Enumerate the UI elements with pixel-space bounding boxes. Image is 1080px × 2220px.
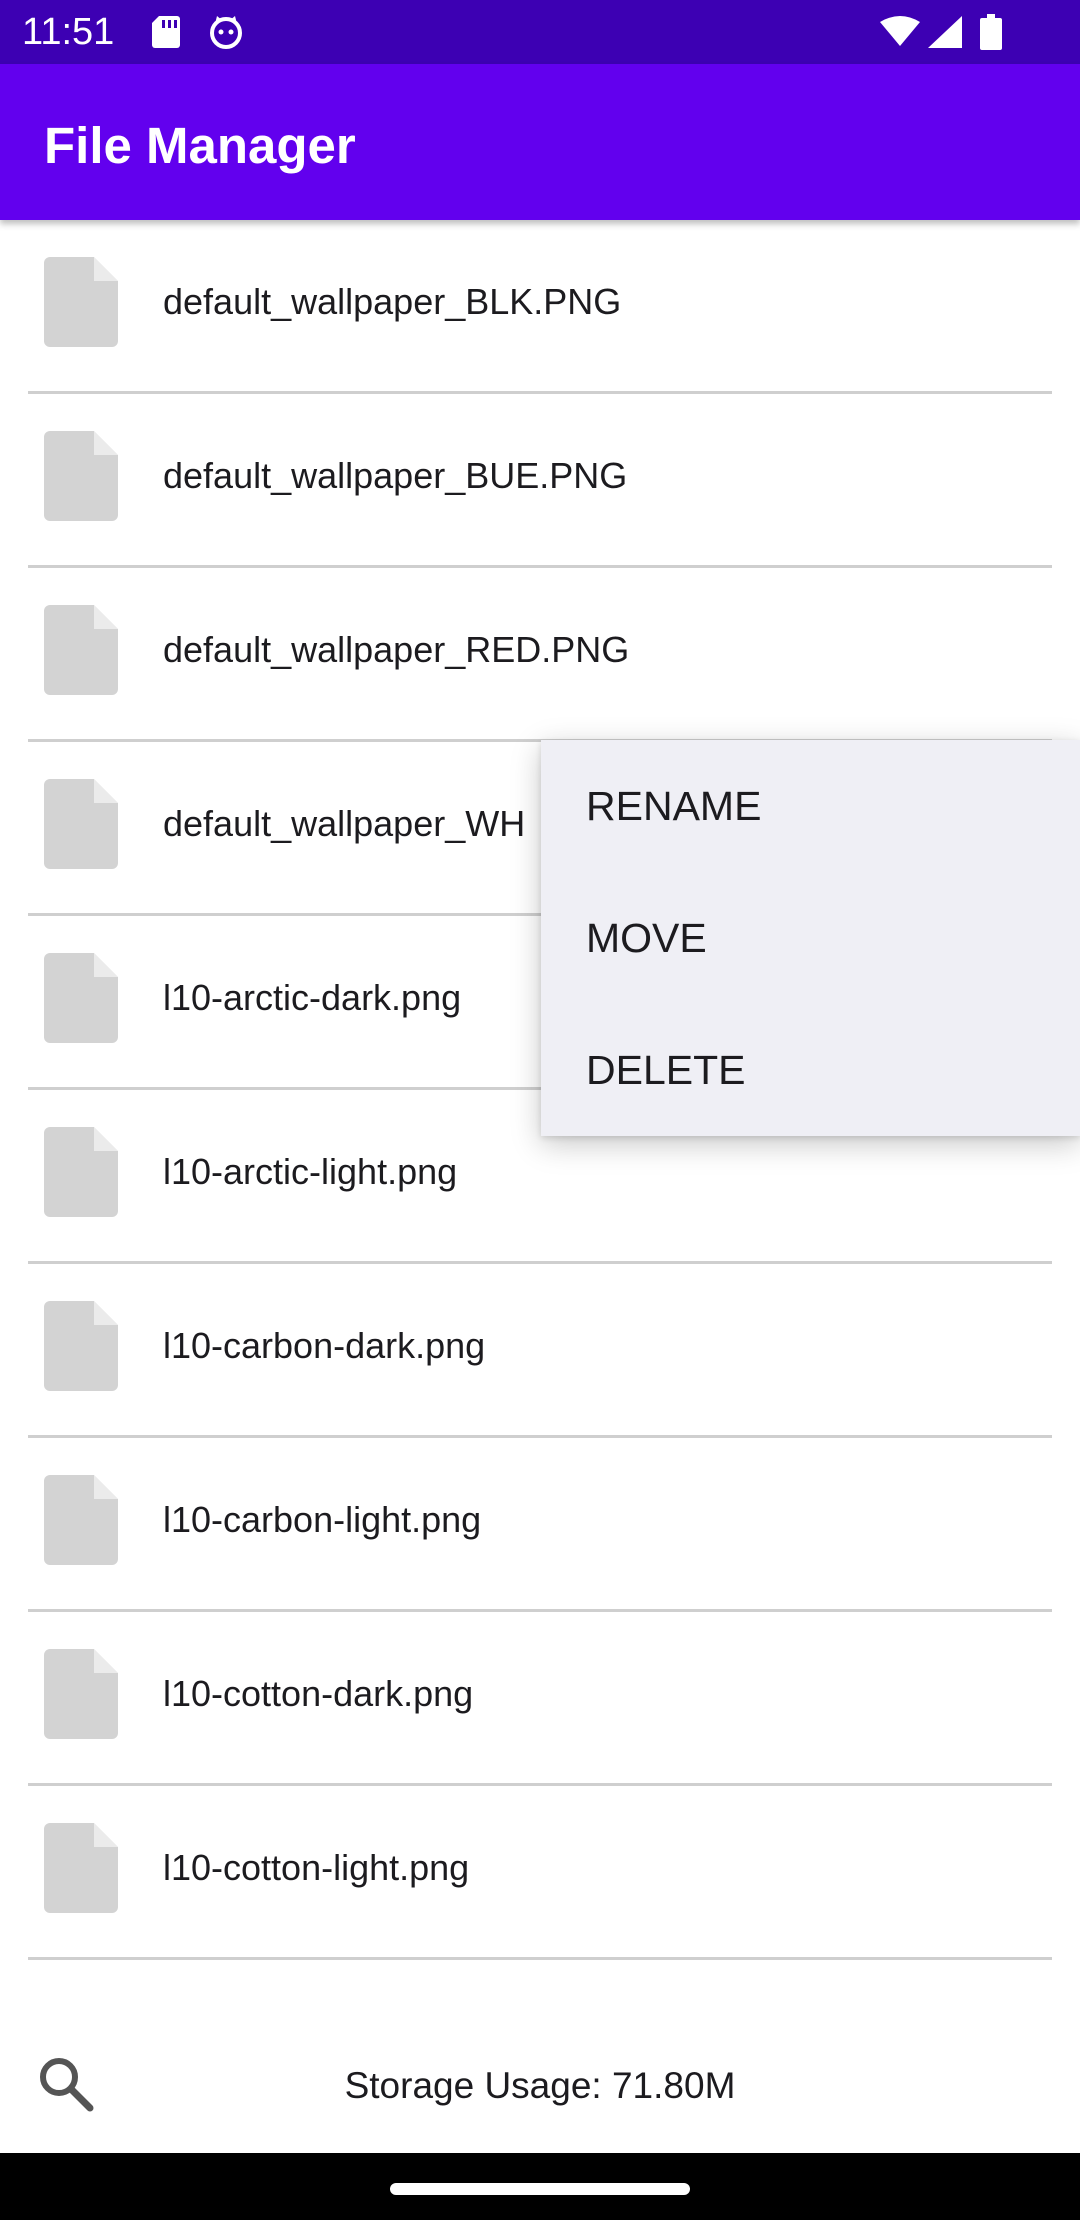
file-name: l10-arctic-light.png xyxy=(163,1151,458,1192)
status-time: 11:51 xyxy=(22,11,115,53)
home-gesture-handle[interactable] xyxy=(390,2183,690,2195)
file-icon xyxy=(44,605,118,695)
file-icon xyxy=(44,1823,118,1913)
menu-item-label: MOVE xyxy=(586,915,707,961)
file-name: l10-cotton-light.png xyxy=(163,1847,470,1888)
file-name: default_wallpaper_BLK.PNG xyxy=(163,281,622,322)
file-icon xyxy=(44,431,118,521)
battery-icon xyxy=(980,14,1002,55)
file-name: l10-cotton-dark.png xyxy=(163,1673,474,1714)
list-item[interactable]: l10-carbon-dark.png xyxy=(0,1264,1080,1438)
list-item[interactable]: l10-carbon-light.png xyxy=(0,1438,1080,1612)
list-item[interactable]: default_wallpaper_BLK.PNG xyxy=(0,220,1080,394)
file-icon xyxy=(44,1301,118,1391)
navigation-bar xyxy=(0,2153,1080,2220)
status-bar: 11:51 xyxy=(0,0,1080,64)
divider xyxy=(28,1957,1052,1960)
file-icon xyxy=(44,779,118,869)
list-item[interactable]: default_wallpaper_BUE.PNG xyxy=(0,394,1080,568)
file-icon xyxy=(44,1475,118,1565)
cat-face-icon xyxy=(208,14,244,55)
cellular-signal-icon xyxy=(928,16,962,53)
menu-item-label: DELETE xyxy=(586,1047,746,1093)
menu-item-rename[interactable]: RENAME xyxy=(541,740,1080,872)
file-name: l10-carbon-dark.png xyxy=(163,1325,486,1366)
app-title: File Manager xyxy=(44,117,356,174)
file-icon xyxy=(44,1649,118,1739)
menu-item-delete[interactable]: DELETE xyxy=(541,1004,1080,1136)
file-name: default_wallpaper_WH xyxy=(163,803,526,844)
footer: Storage Usage: 71.80M xyxy=(0,2000,1080,2170)
file-name: default_wallpaper_BUE.PNG xyxy=(163,455,628,496)
list-item[interactable]: default_wallpaper_RED.PNG xyxy=(0,568,1080,742)
context-menu: RENAME MOVE DELETE xyxy=(541,740,1080,1136)
sd-card-icon xyxy=(150,14,182,55)
file-icon xyxy=(44,953,118,1043)
wifi-icon xyxy=(880,16,920,53)
file-name: l10-arctic-dark.png xyxy=(163,977,462,1018)
list-item[interactable]: l10-cotton-light.png xyxy=(0,1786,1080,1960)
app-bar: File Manager xyxy=(0,64,1080,220)
list-item[interactable]: l10-cotton-dark.png xyxy=(0,1612,1080,1786)
file-icon xyxy=(44,1127,118,1217)
file-name: l10-carbon-light.png xyxy=(163,1499,482,1540)
menu-item-move[interactable]: MOVE xyxy=(541,872,1080,1004)
storage-usage-text: Storage Usage: 71.80M xyxy=(344,2065,736,2106)
file-name: default_wallpaper_RED.PNG xyxy=(163,629,630,670)
file-icon xyxy=(44,257,118,347)
menu-item-label: RENAME xyxy=(586,783,762,829)
